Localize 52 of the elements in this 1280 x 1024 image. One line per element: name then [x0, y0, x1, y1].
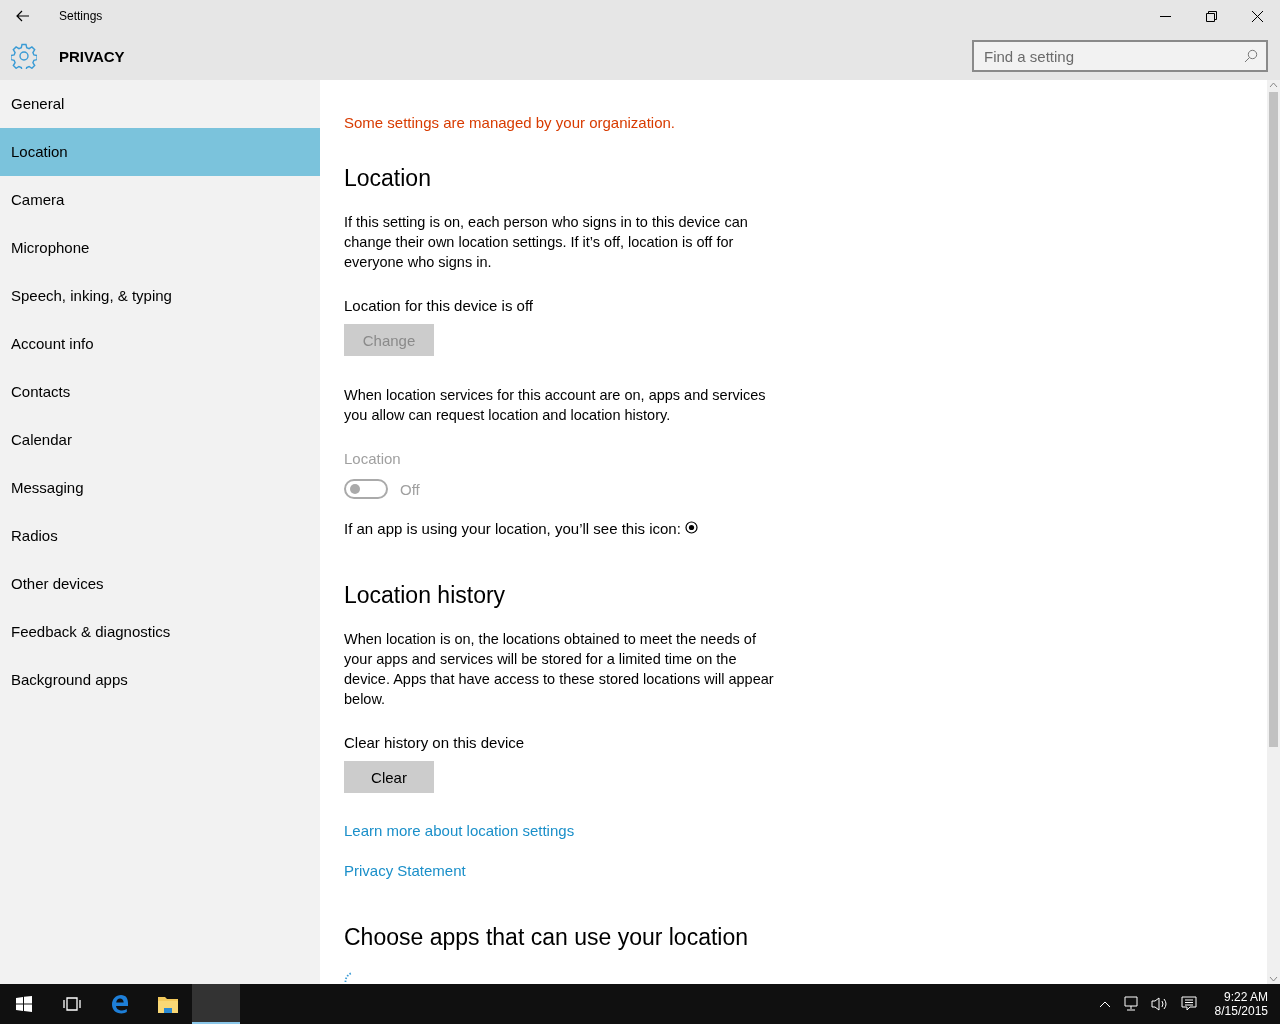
sidebar-item[interactable]: Camera — [0, 176, 320, 224]
description-text: When location services for this account are on, apps and services you allow can request location and location history. — [344, 386, 767, 425]
settings-app-button[interactable] — [192, 984, 240, 1024]
window-title: Settings — [59, 9, 103, 23]
scroll-up-icon — [1267, 80, 1280, 90]
scroll-thumb[interactable] — [1269, 92, 1278, 747]
sidebar-item[interactable]: Microphone — [0, 224, 320, 272]
chevron-up-icon[interactable] — [1098, 1000, 1111, 1008]
sidebar-item[interactable]: Other devices — [0, 560, 320, 608]
section-heading: Location — [344, 164, 432, 193]
scroll-down-icon — [1267, 974, 1280, 984]
windows-logo-icon — [16, 996, 32, 1012]
clock-time[interactable]: 9:22 AM — [1223, 990, 1268, 1004]
sidebar-item[interactable]: Messaging — [0, 464, 320, 512]
toggle-label: Location — [344, 449, 402, 469]
sidebar-item[interactable]: Contacts — [0, 368, 320, 416]
back-arrow-icon — [16, 10, 30, 22]
network-icon[interactable] — [1122, 996, 1139, 1012]
description-text: If this setting is on, each person who signs in to this device can change their own location settings. If it’s off, location is off for everyone who signs in. — [344, 213, 749, 272]
setting-label: Location for this device is off — [344, 296, 534, 316]
settings-icon — [11, 43, 37, 69]
action-button[interactable]: Clear — [344, 761, 434, 793]
sidebar-item[interactable]: Radios — [0, 512, 320, 560]
folder-icon — [158, 995, 178, 1013]
help-link[interactable]: Privacy Statement — [344, 862, 466, 879]
sidebar-item[interactable]: Location — [0, 128, 320, 176]
restore-icon — [1205, 10, 1217, 22]
action-center-icon[interactable] — [1180, 996, 1197, 1012]
search-icon — [1244, 49, 1258, 63]
sidebar-item[interactable]: Calendar — [0, 416, 320, 464]
location-indicator-icon — [684, 520, 698, 534]
scrollbar[interactable] — [1267, 80, 1280, 984]
managed-notice: Some settings are managed by your organization. — [344, 113, 677, 133]
sidebar-item[interactable]: Background apps — [0, 656, 320, 704]
setting-label: Clear history on this device — [344, 733, 526, 753]
task-view-icon — [62, 997, 82, 1011]
sidebar-item[interactable]: Account info — [0, 320, 320, 368]
section-heading: Location history — [344, 581, 507, 610]
sidebar-item[interactable]: Speech, inking, & typing — [0, 272, 320, 320]
close-icon — [1251, 10, 1263, 22]
browser-e-icon — [110, 994, 130, 1014]
clock-date[interactable]: 8/15/2015 — [1214, 1004, 1268, 1018]
description-text: When location is on, the locations obtained to meet the needs of your apps and services will be stored for a limited time on the device. Apps that have access to these stored locations will appear below. — [344, 630, 775, 709]
section-heading: Choose apps that can use your location — [344, 923, 750, 952]
toggle-state: Off — [400, 480, 420, 498]
sidebar-item[interactable]: Feedback & diagnostics — [0, 608, 320, 656]
volume-icon[interactable] — [1150, 996, 1169, 1012]
page-title: PRIVACY — [59, 47, 125, 65]
sidebar-item[interactable]: General — [0, 80, 320, 128]
location-icon-note: If an app is using your location, you’ll see this icon: — [344, 519, 681, 539]
search-field[interactable]: Find a setting — [972, 40, 1268, 72]
help-link[interactable]: Learn more about location settings — [344, 822, 575, 839]
